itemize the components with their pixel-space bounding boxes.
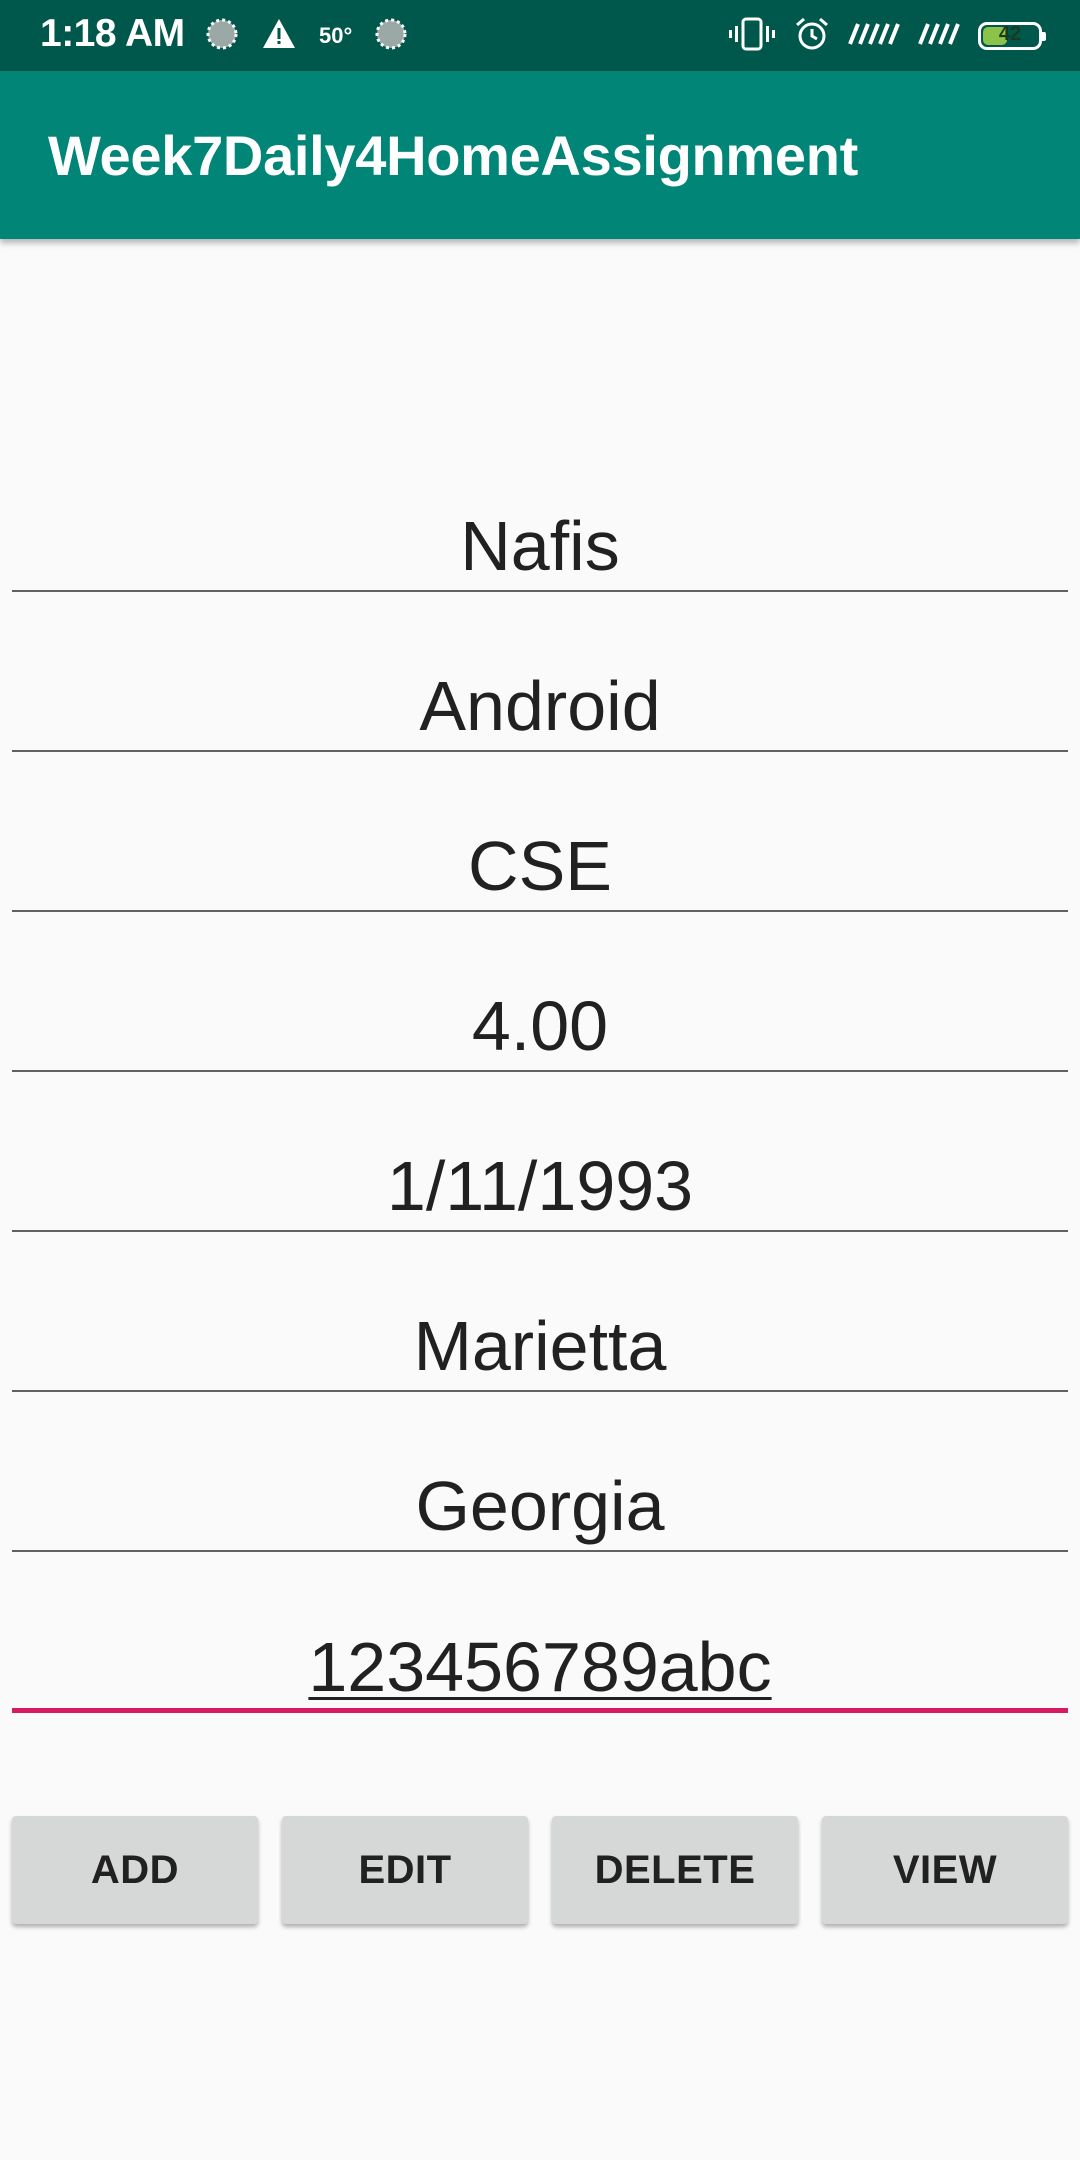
- signal-icon: [918, 22, 960, 51]
- status-time: 1:18 AM: [40, 12, 185, 55]
- view-button[interactable]: VIEW: [822, 1816, 1068, 1924]
- id-field[interactable]: 123456789abc: [12, 1617, 1068, 1713]
- status-left-icons: 50°: [205, 17, 408, 55]
- gpa-field-text: 4.00: [471, 987, 609, 1065]
- app-title: Week7Daily4HomeAssignment: [48, 124, 858, 187]
- status-right-icons: 42: [728, 16, 1046, 57]
- battery-level-text: 42: [998, 23, 1022, 45]
- name-field-text: Nafis: [460, 507, 620, 585]
- battery-icon: 42: [978, 22, 1046, 50]
- delete-button[interactable]: DELETE: [552, 1816, 798, 1924]
- state-field[interactable]: Georgia: [12, 1456, 1068, 1552]
- spinner-icon: [205, 17, 239, 56]
- spinner-icon: [374, 17, 408, 56]
- alarm-icon: [794, 16, 830, 57]
- state-field-text: Georgia: [415, 1467, 665, 1545]
- city-field-text: Marietta: [413, 1307, 667, 1385]
- signal-icon: [848, 22, 900, 51]
- app-bar: Week7Daily4HomeAssignment: [0, 71, 1080, 239]
- temperature-text: 50°: [319, 23, 353, 48]
- name-field[interactable]: Nafis: [12, 496, 1068, 592]
- course-field-text: Android: [419, 667, 661, 745]
- add-button[interactable]: ADD: [12, 1816, 258, 1924]
- birthdate-field[interactable]: 1/11/1993: [12, 1136, 1068, 1232]
- button-row: ADD EDIT DELETE VIEW: [12, 1816, 1068, 1924]
- department-field-text: CSE: [468, 827, 612, 905]
- department-field[interactable]: CSE: [12, 816, 1068, 912]
- id-field-text: 123456789abc: [308, 1628, 772, 1706]
- warning-icon: [261, 17, 297, 56]
- birthdate-field-text: 1/11/1993: [386, 1147, 694, 1225]
- course-field[interactable]: Android: [12, 656, 1068, 752]
- edit-button[interactable]: EDIT: [282, 1816, 528, 1924]
- city-field[interactable]: Marietta: [12, 1296, 1068, 1392]
- vibrate-icon: [728, 16, 776, 57]
- gpa-field[interactable]: 4.00: [12, 976, 1068, 1072]
- status-bar: 1:18 AM 50° 42: [0, 0, 1080, 71]
